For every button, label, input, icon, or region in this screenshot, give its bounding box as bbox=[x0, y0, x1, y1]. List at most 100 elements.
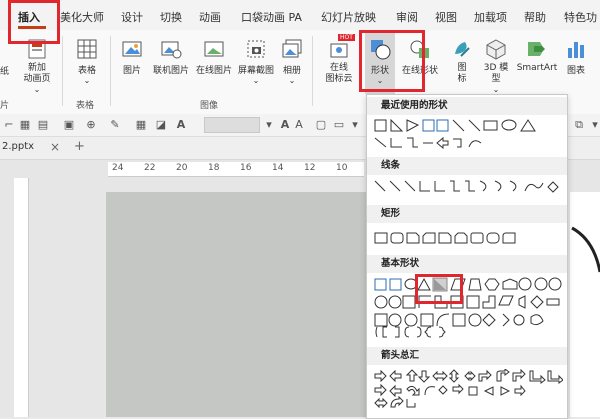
album-icon bbox=[281, 38, 303, 60]
screenshot-button[interactable]: 屏幕截图 ⌄ bbox=[236, 38, 276, 85]
tab-animation[interactable]: 动画 bbox=[199, 9, 221, 25]
screenshot-label: 屏幕截图 bbox=[237, 66, 274, 76]
font-a-icon[interactable]: A bbox=[278, 118, 292, 132]
tab-addins[interactable]: 加载项 bbox=[474, 9, 507, 25]
rectangles-row bbox=[373, 231, 563, 246]
tab-features[interactable]: 特色功 bbox=[564, 9, 597, 25]
pin-icon[interactable]: ⊕ bbox=[84, 118, 98, 132]
section-block-arrows: 箭头总汇 bbox=[367, 347, 567, 365]
smartart-label: SmartArt bbox=[516, 63, 558, 73]
tab-slideshow[interactable]: 幻灯片放映 bbox=[321, 9, 376, 25]
table-button[interactable]: 表格 ⌄ bbox=[72, 38, 102, 85]
section-lines: 线条 bbox=[367, 157, 567, 175]
smartart-button[interactable]: SmartArt bbox=[514, 38, 560, 73]
font-color-a-icon[interactable]: A bbox=[174, 118, 188, 132]
online-icons-label: 在线 图标云 bbox=[325, 63, 353, 84]
dropdown-chevron-icon[interactable]: ▾ bbox=[262, 118, 276, 132]
tab-beautify[interactable]: 美化大师 bbox=[60, 9, 104, 25]
ruler-mark: 20 bbox=[176, 163, 188, 173]
more-chevron-icon[interactable]: ▾ bbox=[348, 118, 362, 132]
dropdown-chevron-icon-2[interactable]: ▾ bbox=[588, 118, 600, 132]
chart-icon bbox=[565, 38, 587, 60]
new-anim-page-button[interactable]: 新加 动画页 ⌄ bbox=[20, 38, 54, 94]
new-anim-page-label: 新加 动画页 bbox=[23, 63, 51, 84]
text-box-icon[interactable]: ▭ bbox=[332, 118, 346, 132]
online-icons-button[interactable]: HOT 在线 图标云 bbox=[322, 34, 356, 85]
section-recent-shapes: 最近使用的形状 bbox=[367, 97, 567, 115]
group-separator bbox=[110, 36, 111, 106]
group-label-image: 图像 bbox=[200, 101, 219, 111]
block-arrows-row bbox=[373, 368, 564, 409]
slide-white-area[interactable] bbox=[570, 192, 600, 417]
online-icons-icon: HOT bbox=[328, 34, 355, 60]
icons-label: 图 标 bbox=[457, 63, 467, 84]
picture-icon bbox=[121, 38, 143, 60]
album-caret: ⌄ bbox=[288, 76, 296, 85]
screenshot-icon bbox=[245, 38, 267, 60]
group-label-table: 表格 bbox=[76, 101, 95, 111]
chart-label: 图表 bbox=[566, 66, 585, 76]
basic-shapes-row-brackets bbox=[373, 325, 563, 340]
ruler-mark: 24 bbox=[112, 163, 124, 173]
table-caret: ⌄ bbox=[83, 76, 91, 85]
picture-button[interactable]: 图片 bbox=[118, 38, 146, 76]
arrange-icon[interactable]: ⧉ bbox=[572, 118, 586, 132]
table-label: 表格 bbox=[77, 66, 96, 76]
online-picture-icon bbox=[160, 38, 182, 60]
3d-model-label: 3D 模 型 bbox=[483, 63, 509, 84]
table-small-icon[interactable]: ▦ bbox=[134, 118, 148, 132]
section-rectangles: 矩形 bbox=[367, 205, 567, 223]
close-icon[interactable]: × bbox=[50, 140, 60, 154]
online-picture-cloud-icon bbox=[203, 38, 225, 60]
basic-shapes-row-1 bbox=[373, 277, 563, 327]
icons-icon bbox=[451, 38, 473, 60]
ribbon-tab-bar: 插入 美化大师 设计 切换 动画 口袋动画 PA 幻灯片放映 审阅 视图 加载项… bbox=[0, 0, 600, 30]
tab-design[interactable]: 设计 bbox=[121, 9, 143, 25]
table-icon bbox=[76, 38, 98, 60]
slide-shape-gray[interactable] bbox=[106, 192, 368, 417]
square-icon[interactable]: ▢ bbox=[314, 118, 328, 132]
3d-model-caret: ⌄ bbox=[492, 85, 500, 94]
album-label: 相册 bbox=[282, 66, 301, 76]
add-tab-icon[interactable]: + bbox=[74, 139, 85, 154]
ruler-mark: 18 bbox=[208, 163, 220, 173]
3d-model-button[interactable]: 3D 模 型 ⌄ bbox=[480, 38, 512, 94]
horizontal-ruler: 24 22 20 18 16 14 12 10 bbox=[108, 162, 364, 177]
paint-icon[interactable]: ⌐ bbox=[2, 118, 16, 132]
tab-transition[interactable]: 切换 bbox=[160, 9, 182, 25]
tab-view[interactable]: 视图 bbox=[435, 9, 457, 25]
lines-row bbox=[373, 179, 563, 194]
hot-badge: HOT bbox=[338, 34, 355, 41]
group-separator bbox=[62, 36, 63, 106]
highlight-insert-tab bbox=[8, 0, 60, 44]
grid-icon[interactable]: ▦ bbox=[18, 118, 32, 132]
layout-icon[interactable]: ▤ bbox=[36, 118, 50, 132]
album-button[interactable]: 相册 ⌄ bbox=[278, 38, 306, 85]
tab-help[interactable]: 帮助 bbox=[524, 9, 546, 25]
ruler-mark: 16 bbox=[240, 163, 252, 173]
ruler-mark: 10 bbox=[336, 163, 348, 173]
tab-pocket-animation[interactable]: 口袋动画 PA bbox=[241, 9, 302, 25]
online-picture-button[interactable]: 联机图片 bbox=[148, 38, 194, 76]
online-picture-label: 联机图片 bbox=[152, 66, 189, 76]
icons-button[interactable]: 图 标 bbox=[448, 38, 476, 85]
font-a-outline-icon[interactable]: A bbox=[292, 118, 306, 132]
shapes-dropdown: 最近使用的形状 线条 矩形 基本形状 箭头总汇 bbox=[366, 94, 568, 419]
shape-small-icon[interactable]: ◪ bbox=[154, 118, 168, 132]
ruler-mark: 22 bbox=[144, 163, 156, 173]
font-size-box[interactable] bbox=[204, 117, 260, 133]
tab-review[interactable]: 审阅 bbox=[396, 9, 418, 25]
align-icon[interactable]: ▣ bbox=[62, 118, 76, 132]
format-painter-icon[interactable]: ✎ bbox=[108, 118, 122, 132]
chart-button[interactable]: 图表 bbox=[562, 38, 590, 76]
online-picture2-button[interactable]: 在线图片 bbox=[194, 38, 234, 76]
smartart-icon bbox=[526, 38, 548, 60]
screenshot-caret: ⌄ bbox=[252, 76, 260, 85]
picture-label: 图片 bbox=[122, 66, 141, 76]
vertical-ruler bbox=[14, 178, 29, 417]
partial-left-group: 片 bbox=[0, 101, 10, 111]
recent-shapes-row bbox=[373, 118, 563, 150]
document-tab-name[interactable]: 2.pptx bbox=[2, 141, 34, 152]
online-picture2-label: 在线图片 bbox=[195, 66, 232, 76]
ruler-mark: 14 bbox=[272, 163, 284, 173]
